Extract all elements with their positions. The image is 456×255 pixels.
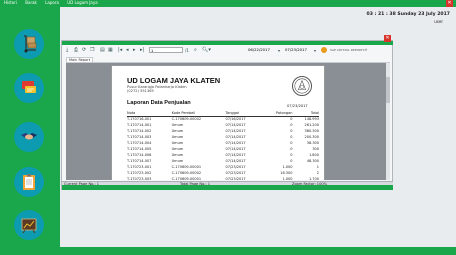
menu-item[interactable]: Barak [25, 0, 37, 5]
table-cell: C-170609-00001 [171, 177, 202, 180]
date-from-dropdown-icon[interactable]: ▾ [278, 48, 280, 55]
scrollbar-thumb[interactable] [386, 77, 390, 103]
chat-icon [22, 81, 36, 93]
app-top-bar: Histori Barak Lapora UD Logam Jaya ✕ [0, 0, 456, 7]
sidebar-button-pesan[interactable] [14, 73, 44, 103]
report-title: Laporan Data Penjualan [127, 100, 191, 106]
report-canvas: UD LOGAM JAYA KLATEN Pusur Karangjo Pola… [66, 63, 386, 180]
company-logo [292, 76, 312, 96]
date-from-picker[interactable]: 06/22/2017 [248, 47, 279, 53]
menu-item[interactable]: UD Logam Jaya [67, 0, 98, 5]
group-tree-icon[interactable]: ▤ [100, 47, 105, 54]
table-row: T-170723-003 C-170609-00001 07/23/2017 1.00… [127, 176, 319, 180]
table-cell: 1.700 [308, 177, 319, 180]
first-page-icon[interactable]: |◂ [118, 47, 122, 54]
page-of-label: /1 [185, 48, 189, 53]
left-sidebar [0, 7, 60, 247]
menu-item[interactable]: Lapora [45, 0, 59, 5]
clock-text: 03 : 21 : 38 Sunday 23 July 2017 [366, 12, 450, 17]
viewer-title-strip [62, 41, 393, 45]
refresh-icon[interactable]: ⟳ [82, 47, 86, 54]
phone-line: (0272) 551365 [127, 89, 154, 93]
sidebar-button-transaksi[interactable] [14, 122, 44, 152]
app-close-button[interactable]: ✕ [446, 0, 453, 7]
handshake-icon [21, 133, 37, 140]
report-page: UD LOGAM JAYA KLATEN Pusur Karangjo Pola… [111, 65, 325, 180]
print-date: 07/23/2017 [287, 104, 308, 108]
next-page-icon[interactable]: ▸ [133, 47, 136, 54]
export-icon[interactable]: ⤓ [66, 47, 68, 54]
hand-truck-icon [24, 35, 37, 53]
sidebar-button-grafik[interactable] [14, 210, 44, 240]
table-cell: T-170723-003 [127, 177, 152, 180]
zoom-icon[interactable]: 🔍︎▾ [202, 47, 211, 54]
table-cell: 1.000 [282, 177, 293, 180]
filter-go-icon[interactable] [321, 47, 327, 53]
clipboard-icon [23, 174, 35, 190]
viewer-close-button[interactable]: ✕ [384, 35, 391, 42]
app-bottom-bar [0, 247, 456, 255]
prev-page-icon[interactable]: ◂ [126, 47, 129, 54]
sap-crystal-logo: SAP CRYSTAL REPORTS® [330, 48, 368, 52]
company-name: UD LOGAM JAYA KLATEN [127, 76, 221, 85]
date-to-dropdown-icon[interactable]: ▾ [314, 48, 316, 55]
sidebar-button-barang[interactable] [14, 29, 44, 59]
status-green-strip [62, 185, 393, 190]
table-body: T-170716-001 C-170609-00002 07/16/2017 0 148… [127, 116, 319, 180]
chart-icon [21, 218, 37, 234]
sidebar-button-laporan[interactable] [14, 167, 44, 197]
page-number-input[interactable] [149, 47, 183, 53]
company-address: Pusur Karangjo Polanharjo Klaten (0272) … [127, 85, 187, 93]
viewer-status-bar: Current Page No.: 1 Total Page No.: 1 Zo… [62, 181, 393, 190]
copy-icon[interactable]: ❐ [90, 47, 94, 54]
sales-table: Nota Kode Pembeli Tanggal Potongan Total… [127, 110, 319, 180]
viewer-toolbar: ⤓ ⎙ ⟳ ❐ ▤ ▦ |◂ ◂ ▸ ▸| /1 ⌕ 🔍︎▾ 06/22/201… [66, 47, 390, 56]
table-cell: 07/23/2017 [225, 177, 246, 180]
date-to-picker[interactable]: 07/23/2017 [285, 47, 315, 53]
report-viewer-window: ✕ ⤓ ⎙ ⟳ ❐ ▤ ▦ |◂ ◂ ▸ ▸| /1 ⌕ 🔍︎▾ 06/22/2… [61, 35, 393, 190]
find-icon[interactable]: ⌕ [194, 47, 197, 54]
last-page-icon[interactable]: ▸| [140, 47, 144, 54]
print-icon[interactable]: ⎙ [74, 47, 78, 54]
menu-item[interactable]: Histori [4, 0, 17, 5]
app-menu: Histori Barak Lapora UD Logam Jaya [4, 0, 105, 5]
parameter-icon[interactable]: ▦ [108, 47, 113, 54]
vertical-scrollbar[interactable] [386, 63, 390, 180]
user-label: user [434, 19, 443, 24]
